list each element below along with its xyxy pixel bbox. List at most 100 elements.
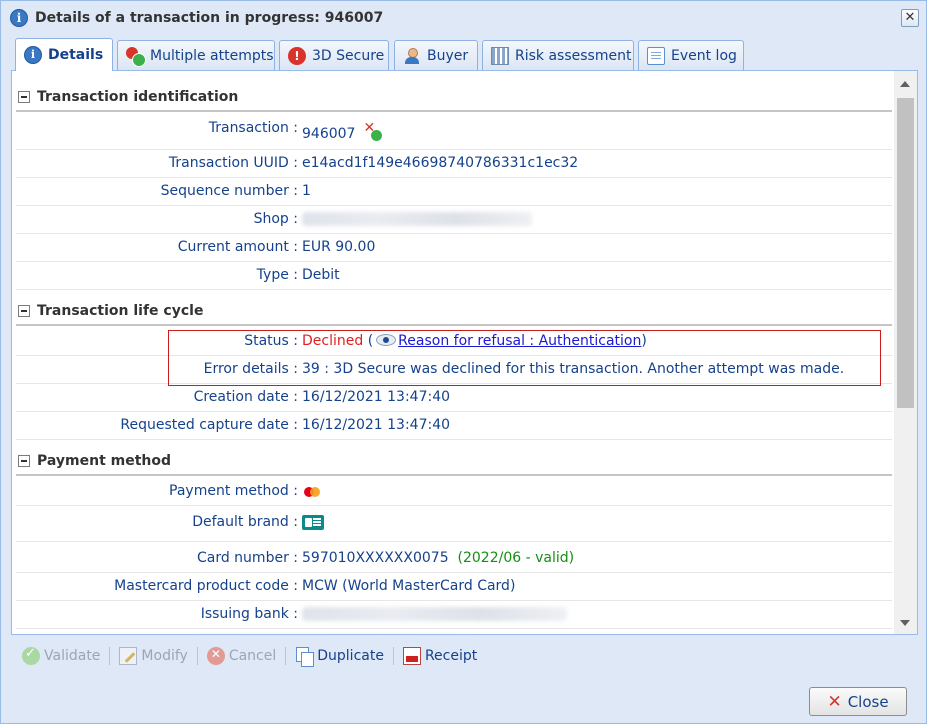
receipt-label: Receipt xyxy=(424,648,478,664)
section-payment-method[interactable]: Payment method xyxy=(16,448,892,476)
field-value: MCW (World MasterCard Card) xyxy=(302,578,516,594)
field-label: Default brand : xyxy=(192,514,298,530)
transaction-status-icon xyxy=(363,120,383,142)
pdf-icon xyxy=(402,647,421,665)
buyer-icon xyxy=(403,47,421,65)
field-label: Shop : xyxy=(253,211,298,227)
field-value: EUR 90.00 xyxy=(302,239,376,255)
exclamation-icon: ! xyxy=(288,46,306,65)
field-value: 39 : 3D Secure was declined for this tra… xyxy=(302,361,845,377)
reason-for-refusal-link[interactable]: Reason for refusal : Authentication xyxy=(398,333,641,349)
window-titlebar: i Details of a transaction in progress: … xyxy=(1,1,926,35)
row-transaction: Transaction : 946007 xyxy=(16,114,892,150)
field-value: e14acd1f149e46698740786331c1ec32 xyxy=(302,155,579,171)
field-label: Requested capture date : xyxy=(120,417,298,433)
eye-icon[interactable] xyxy=(376,334,397,346)
field-value: 946007 xyxy=(302,120,383,142)
validate-button[interactable]: Validate xyxy=(19,646,103,665)
open-paren: ( xyxy=(363,333,374,349)
close-button[interactable]: ✕ Close xyxy=(809,687,907,716)
field-label: Mastercard product code : xyxy=(114,578,298,594)
toolbar-divider xyxy=(392,647,394,665)
action-toolbar: Validate Modify Cancel Duplicate Receipt xyxy=(11,641,918,671)
close-window-button[interactable]: ✕ xyxy=(901,9,919,27)
collapse-icon[interactable] xyxy=(18,305,30,317)
row-payment-method: Payment method : xyxy=(16,478,892,506)
field-value: 597010XXXXXX0075 (2022/06 - valid) xyxy=(302,550,574,566)
field-value xyxy=(302,485,322,501)
tab-buyer[interactable]: Buyer xyxy=(394,40,478,70)
details-scroll-area[interactable]: Transaction identification Transaction :… xyxy=(12,71,894,634)
field-value xyxy=(302,606,567,622)
modify-button[interactable]: Modify xyxy=(116,647,190,665)
duplicate-label: Duplicate xyxy=(317,648,384,664)
tab-risk-assessment[interactable]: Risk assessment xyxy=(482,40,634,70)
tab-label: 3D Secure xyxy=(312,47,385,64)
cancel-icon xyxy=(206,647,225,665)
event-log-icon xyxy=(647,46,665,65)
close-icon: ✕ xyxy=(827,691,842,712)
field-label: Payment method : xyxy=(169,483,298,499)
tab-multiple-attempts[interactable]: Multiple attempts xyxy=(117,40,275,70)
row-requested-capture-date: Requested capture date : 16/12/2021 13:4… xyxy=(16,412,892,440)
field-label: Issuing bank : xyxy=(200,606,298,622)
field-label: Sequence number : xyxy=(160,183,298,199)
collapse-icon[interactable] xyxy=(18,91,30,103)
toolbar-divider xyxy=(196,647,198,665)
tab-label: Event log xyxy=(671,47,737,64)
status-declined: Declined xyxy=(302,333,364,349)
vertical-scrollbar[interactable] xyxy=(894,71,917,634)
receipt-button[interactable]: Receipt xyxy=(400,647,480,665)
field-value: 16/12/2021 13:47:40 xyxy=(302,417,451,433)
row-current-amount: Current amount : EUR 90.00 xyxy=(16,234,892,262)
field-label: Creation date : xyxy=(193,389,298,405)
row-error-details: Error details : 39 : 3D Secure was decli… xyxy=(16,356,892,384)
tab-details[interactable]: i Details xyxy=(15,38,113,71)
scroll-down-icon[interactable] xyxy=(900,620,910,626)
section-title: Transaction life cycle xyxy=(37,303,204,319)
row-type: Type : Debit xyxy=(16,262,892,290)
transaction-details-window: i Details of a transaction in progress: … xyxy=(0,0,927,724)
cancel-button[interactable]: Cancel xyxy=(204,647,279,665)
tab-label: Buyer xyxy=(427,47,469,64)
field-label: Type : xyxy=(256,267,298,283)
field-value: 1 xyxy=(302,183,311,199)
section-transaction-identification[interactable]: Transaction identification xyxy=(16,84,892,112)
duplicate-icon xyxy=(295,647,315,667)
cb-card-icon xyxy=(302,515,324,530)
edit-icon xyxy=(119,647,138,665)
tab-bar: i Details Multiple attempts ! 3D Secure … xyxy=(9,38,919,71)
row-issuing-bank: Issuing bank : xyxy=(16,601,892,629)
scrollbar-thumb[interactable] xyxy=(897,98,914,408)
close-paren: ) xyxy=(641,333,647,349)
tab-label: Risk assessment xyxy=(515,47,632,64)
field-label: Transaction : xyxy=(208,120,298,136)
transaction-id: 946007 xyxy=(302,126,356,142)
info-icon: i xyxy=(24,46,42,64)
section-transaction-life-cycle[interactable]: Transaction life cycle xyxy=(16,298,892,326)
scroll-up-icon[interactable] xyxy=(900,81,910,87)
section-title: Transaction identification xyxy=(37,89,239,105)
row-status: Status : Declined (Reason for refusal : … xyxy=(16,328,892,356)
field-label: Card number : xyxy=(196,550,298,566)
tab-label: Multiple attempts xyxy=(150,47,274,64)
tab-event-log[interactable]: Event log xyxy=(638,40,744,70)
redacted-value xyxy=(302,607,567,621)
toolbar-divider xyxy=(109,647,111,665)
duplicate-button[interactable]: Duplicate xyxy=(292,647,387,667)
row-shop: Shop : xyxy=(16,206,892,234)
window-title: Details of a transaction in progress: 94… xyxy=(35,10,384,26)
row-creation-date: Creation date : 16/12/2021 13:47:40 xyxy=(16,384,892,412)
row-default-brand: Default brand : xyxy=(16,506,892,542)
field-label: Transaction UUID : xyxy=(168,155,298,171)
field-value: 16/12/2021 13:47:40 xyxy=(302,389,451,405)
field-label: Error details : xyxy=(203,361,298,377)
tab-3d-secure[interactable]: ! 3D Secure xyxy=(279,40,389,70)
row-sequence-number: Sequence number : 1 xyxy=(16,178,892,206)
row-card-number: Card number : 597010XXXXXX0075 (2022/06 … xyxy=(16,545,892,573)
modify-label: Modify xyxy=(141,648,188,664)
field-value xyxy=(196,631,476,634)
collapse-icon[interactable] xyxy=(18,455,30,467)
redacted-value xyxy=(302,212,532,226)
cancel-label: Cancel xyxy=(228,648,277,664)
